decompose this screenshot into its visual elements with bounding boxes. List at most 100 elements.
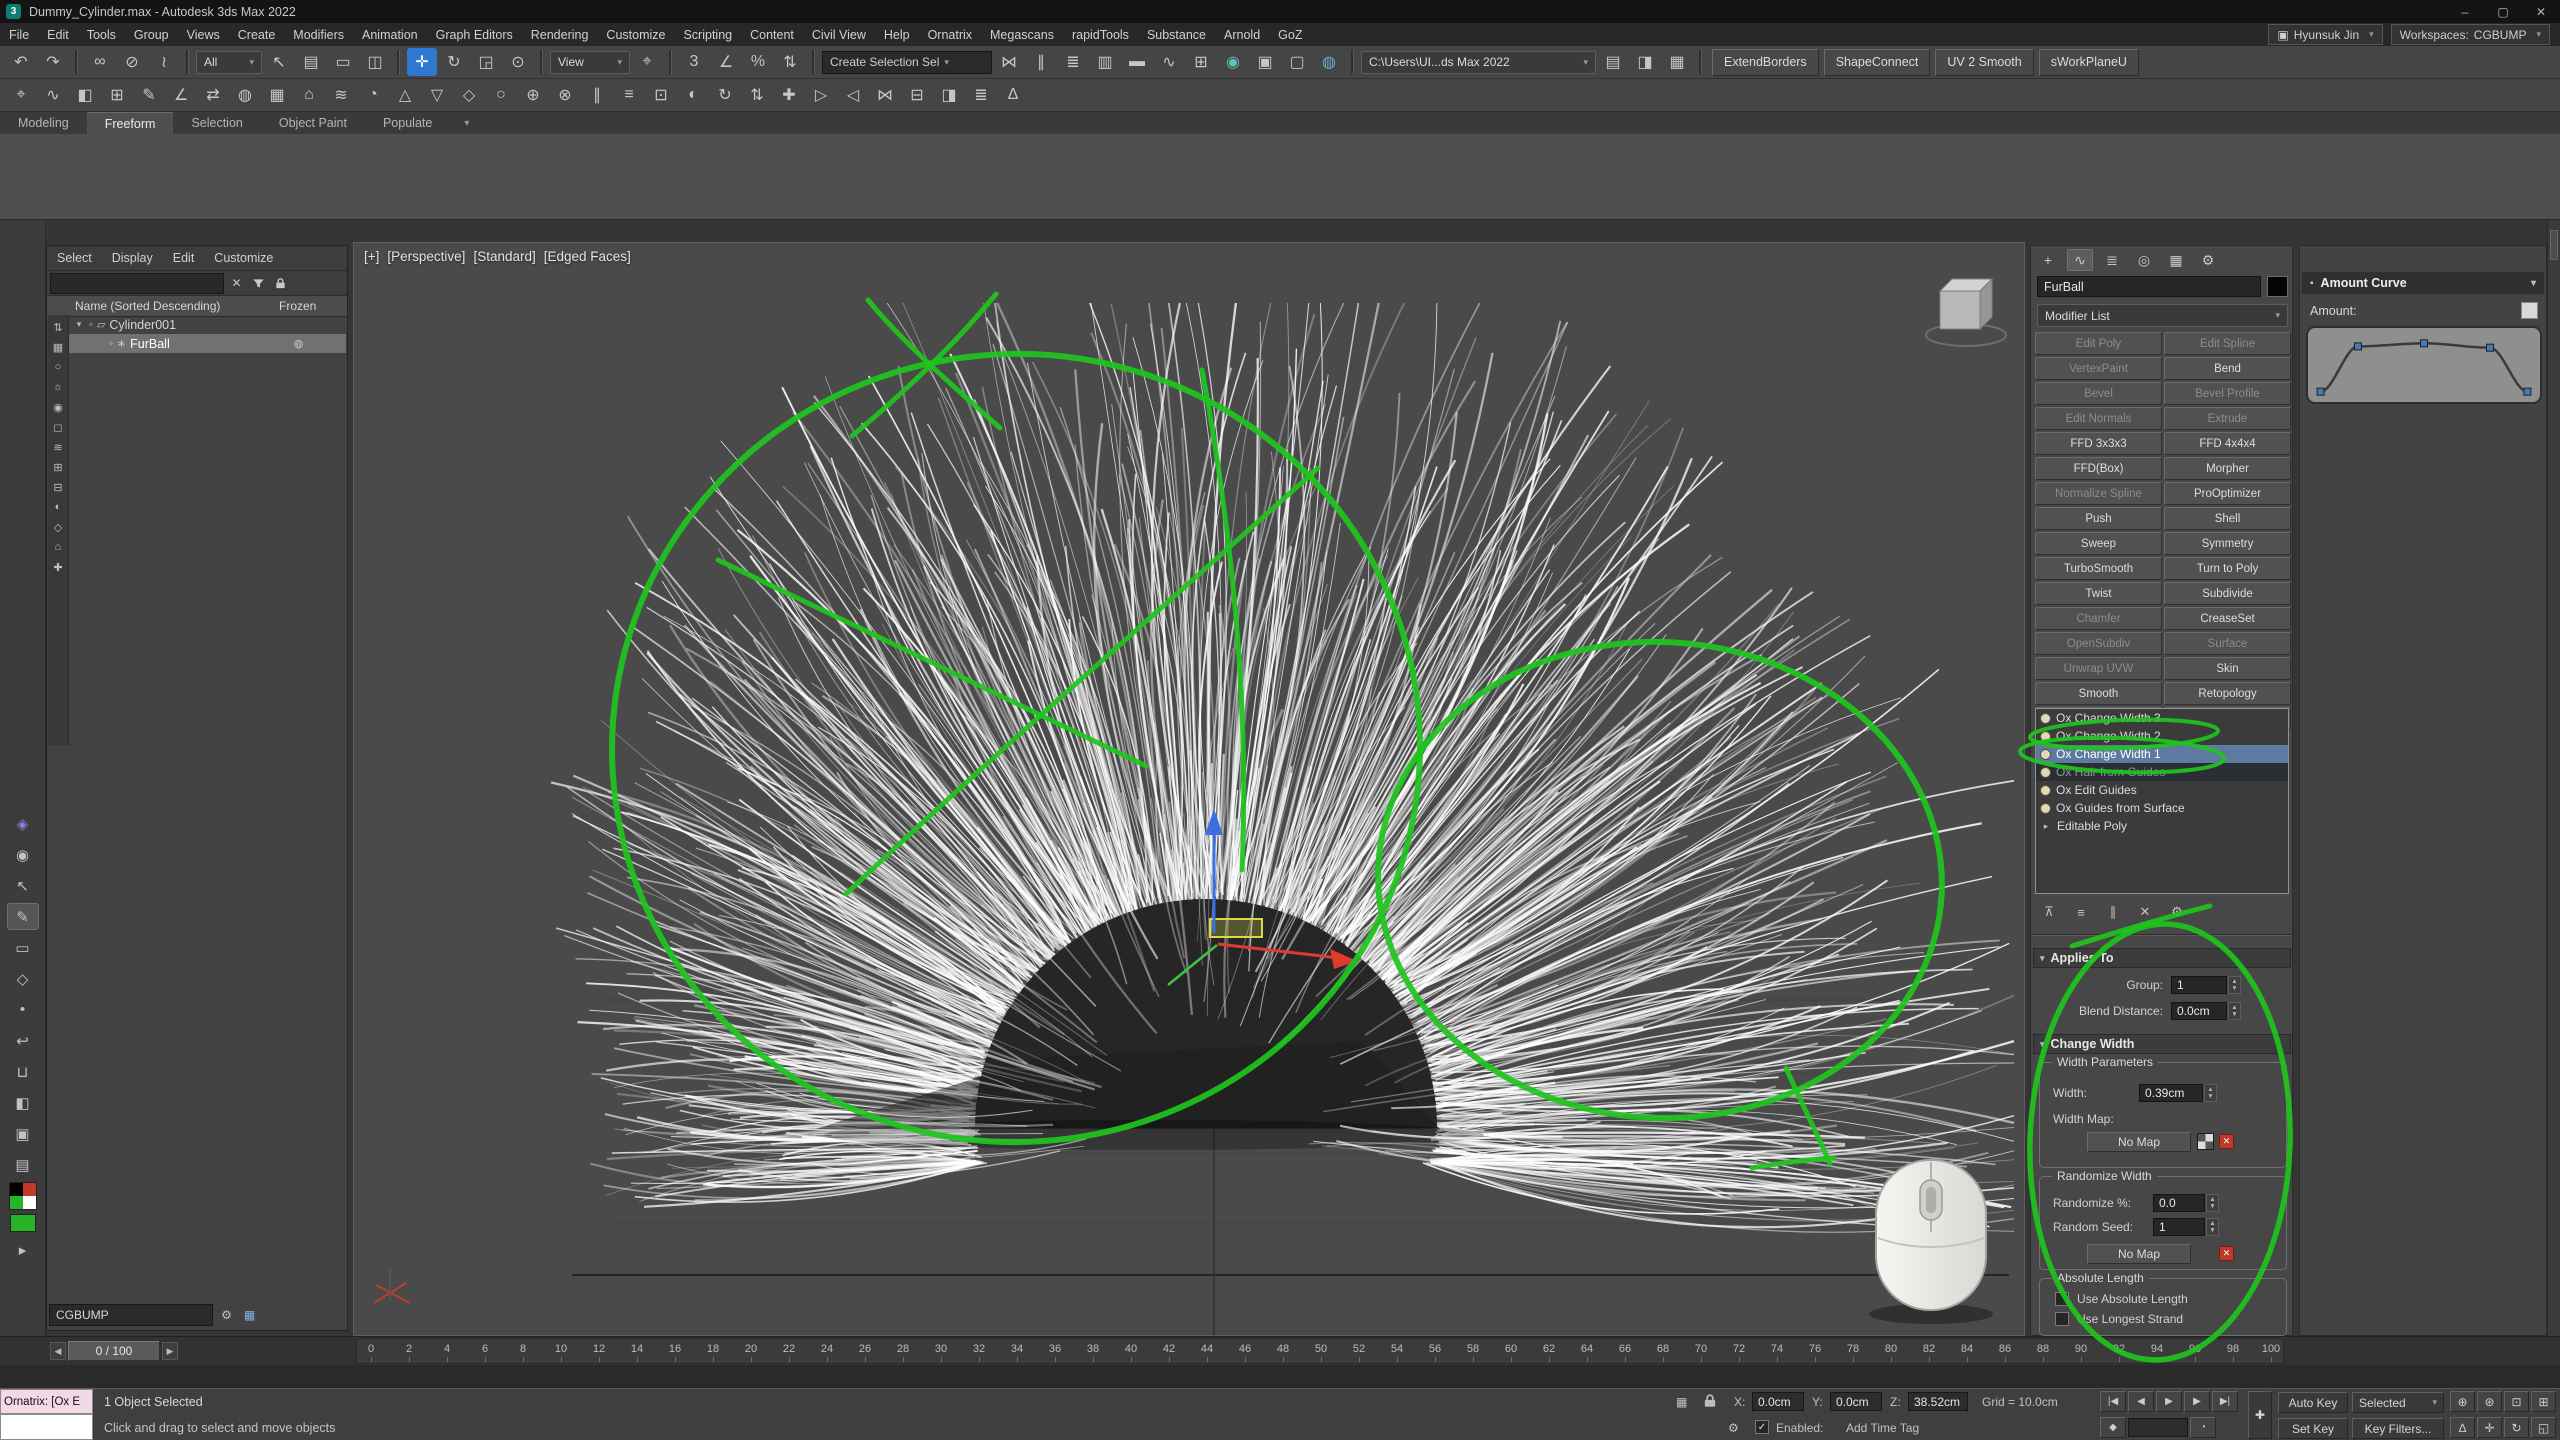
menu-substance[interactable]: Substance — [1138, 23, 1215, 46]
key-mode-toggle-button[interactable]: ◆ — [2100, 1417, 2126, 1438]
modifier-list-dropdown[interactable]: Modifier List ▾ — [2037, 304, 2288, 327]
menu-edit[interactable]: Edit — [38, 23, 78, 46]
modifier-button-twist[interactable]: Twist — [2035, 582, 2162, 605]
spinner-snap-icon[interactable]: ⇅ — [775, 48, 805, 76]
play-left-icon[interactable]: ◁ — [838, 81, 868, 109]
open-folder-icon[interactable]: ◨ — [1630, 48, 1660, 76]
go-to-end-button[interactable]: ▶| — [2212, 1391, 2238, 1412]
menu-modifiers[interactable]: Modifiers — [284, 23, 353, 46]
multiply-node-icon[interactable]: ⊗ — [550, 81, 580, 109]
close-button[interactable]: ✕ — [2522, 0, 2560, 23]
transform-gizmo-icon[interactable]: ▦ — [1676, 1389, 1687, 1414]
home-grid-icon[interactable]: ⌂ — [294, 81, 324, 109]
stack-item-editable-poly[interactable]: ▸Editable Poly — [2036, 817, 2288, 835]
paint-fill-icon[interactable]: ◧ — [70, 81, 100, 109]
modifier-button-ffd-4x4x4[interactable]: FFD 4x4x4 — [2164, 432, 2291, 455]
current-frame-field[interactable] — [2128, 1418, 2188, 1437]
modifier-button-turbosmooth[interactable]: TurboSmooth — [2035, 557, 2162, 580]
display-groups-icon[interactable]: ⊞ — [49, 458, 67, 476]
modifier-button-push[interactable]: Push — [2035, 507, 2162, 530]
menu-ornatrix[interactable]: Ornatrix — [919, 23, 981, 46]
viewport[interactable]: [+][Perspective][Standard][Edged Faces] — [353, 242, 2025, 1336]
triangle-down-icon[interactable]: ▽ — [422, 81, 452, 109]
select-and-rotate-icon[interactable]: ↻ — [439, 48, 469, 76]
display-lights-icon[interactable]: ☼ — [49, 378, 67, 396]
pin-explorer-icon[interactable]: ✚ — [49, 558, 67, 576]
curve-panel-options-icon[interactable]: ▾ — [2531, 278, 2536, 289]
explorer-menu-display[interactable]: Display — [102, 251, 163, 265]
menu-arnold[interactable]: Arnold — [1215, 23, 1269, 46]
extendborders-button[interactable]: ExtendBorders — [1712, 49, 1819, 76]
green-swatch[interactable] — [10, 1214, 36, 1232]
project-path-dropdown[interactable]: C:\Users\UI...ds Max 2022▾ — [1361, 51, 1596, 74]
menu-content[interactable]: Content — [741, 23, 803, 46]
dock-expand-icon[interactable]: ▸ — [7, 1236, 39, 1263]
blend-distance-spinner[interactable]: 0.0cm — [2171, 1002, 2227, 1020]
use-absolute-length-checkbox[interactable] — [2055, 1292, 2069, 1306]
key-filters-button[interactable]: Key Filters... — [2352, 1418, 2444, 1439]
bind-to-space-warp-icon[interactable]: ≀ — [149, 48, 179, 76]
arc-tool-icon[interactable]: ◔ — [358, 81, 388, 109]
object-name-field[interactable]: FurBall — [2037, 276, 2261, 297]
next-frame-button[interactable]: ▶ — [2184, 1391, 2210, 1412]
select-and-link-icon[interactable]: ∞ — [85, 48, 115, 76]
show-end-result-icon[interactable]: ≡ — [2071, 902, 2091, 922]
menu-animation[interactable]: Animation — [353, 23, 427, 46]
explorer-menu-edit[interactable]: Edit — [163, 251, 205, 265]
undo-icon[interactable]: ↶ — [6, 48, 36, 76]
enabled-checkbox[interactable]: ✓ — [1755, 1420, 1769, 1434]
percent-snap-icon[interactable]: % — [743, 48, 773, 76]
modifier-visibility-bulb-icon[interactable] — [2040, 731, 2051, 742]
circle-tool-icon[interactable]: ○ — [486, 81, 516, 109]
color-swatch[interactable] — [23, 1183, 36, 1196]
display-geometry-icon[interactable]: ▦ — [49, 338, 67, 356]
z-coordinate-field[interactable]: 38.52cm — [1908, 1392, 1968, 1411]
zoom-extents-icon[interactable]: ⊡ — [2504, 1391, 2529, 1412]
modifier-visibility-bulb-icon[interactable] — [2040, 803, 2051, 814]
uv2smooth-button[interactable]: UV 2 Smooth — [1935, 49, 2033, 76]
select-tool-icon[interactable]: ↖ — [7, 872, 39, 899]
use-longest-strand-checkbox[interactable] — [2055, 1312, 2069, 1326]
zoom-icon[interactable]: ⊕ — [2450, 1391, 2475, 1412]
ribbon-tab-populate[interactable]: Populate — [365, 113, 450, 134]
maxscript-listener-input[interactable] — [0, 1414, 93, 1440]
add-time-tag[interactable]: Add Time Tag — [1846, 1415, 1919, 1440]
play-right-icon[interactable]: ▷ — [806, 81, 836, 109]
window-crossing-icon[interactable]: ◫ — [360, 48, 390, 76]
point-tool-icon[interactable]: • — [7, 996, 39, 1023]
display-shapes-icon[interactable]: ○ — [49, 358, 67, 376]
tree-node-furball[interactable]: ◦∗FurBall◍ — [69, 334, 346, 353]
auto-key-button[interactable]: Auto Key — [2278, 1392, 2348, 1413]
select-and-scale-icon[interactable]: ◲ — [471, 48, 501, 76]
remove-width-map-icon[interactable]: ✕ — [2219, 1134, 2234, 1149]
diamond-tool-icon[interactable]: ◇ — [454, 81, 484, 109]
viewport-label-edged-faces[interactable]: [Edged Faces] — [544, 249, 631, 264]
footer-gear-icon[interactable]: ⚙ — [217, 1306, 236, 1325]
width-spinner[interactable]: 0.39cm — [2139, 1084, 2203, 1102]
maxscript-listener-line[interactable]: Ornatrix: [Ox E — [0, 1389, 93, 1414]
solid-box-icon[interactable]: ⊡ — [646, 81, 676, 109]
fill-tool-icon[interactable]: ◧ — [7, 1089, 39, 1116]
notes-tool-icon[interactable]: ▤ — [7, 1151, 39, 1178]
group-spinner[interactable]: 1 — [2171, 976, 2227, 994]
stack-lines-icon[interactable]: ≡ — [614, 81, 644, 109]
modifier-button-creaseset[interactable]: CreaseSet — [2164, 607, 2291, 630]
triple-lines-icon[interactable]: ≣ — [966, 81, 996, 109]
modifier-visibility-bulb-icon[interactable] — [2040, 713, 2051, 724]
modifier-button-smooth[interactable]: Smooth — [2035, 682, 2162, 705]
cgbump-field[interactable]: CGBUMP — [49, 1304, 213, 1326]
half-box-icon[interactable]: ◨ — [934, 81, 964, 109]
reference-coordinate-dropdown[interactable]: View▾ — [550, 51, 630, 74]
amount-curve-editor[interactable] — [2306, 326, 2542, 404]
zoom-extents-all-icon[interactable]: ⊞ — [2531, 1391, 2556, 1412]
randomize-map-button[interactable]: No Map — [2087, 1244, 2191, 1264]
align-icon[interactable]: ∥ — [1026, 48, 1056, 76]
color-swatches[interactable] — [9, 1182, 37, 1210]
modifier-button-retopology[interactable]: Retopology — [2164, 682, 2291, 705]
mesh-tool-icon[interactable]: ▦ — [262, 81, 292, 109]
stack-item-ox-change-width-1[interactable]: Ox Change Width 1 — [2036, 745, 2288, 763]
viewport-canvas[interactable] — [354, 243, 2024, 1335]
menu-scripting[interactable]: Scripting — [674, 23, 741, 46]
column-header-frozen[interactable]: Frozen — [279, 299, 316, 313]
color-swatch[interactable] — [10, 1183, 23, 1196]
